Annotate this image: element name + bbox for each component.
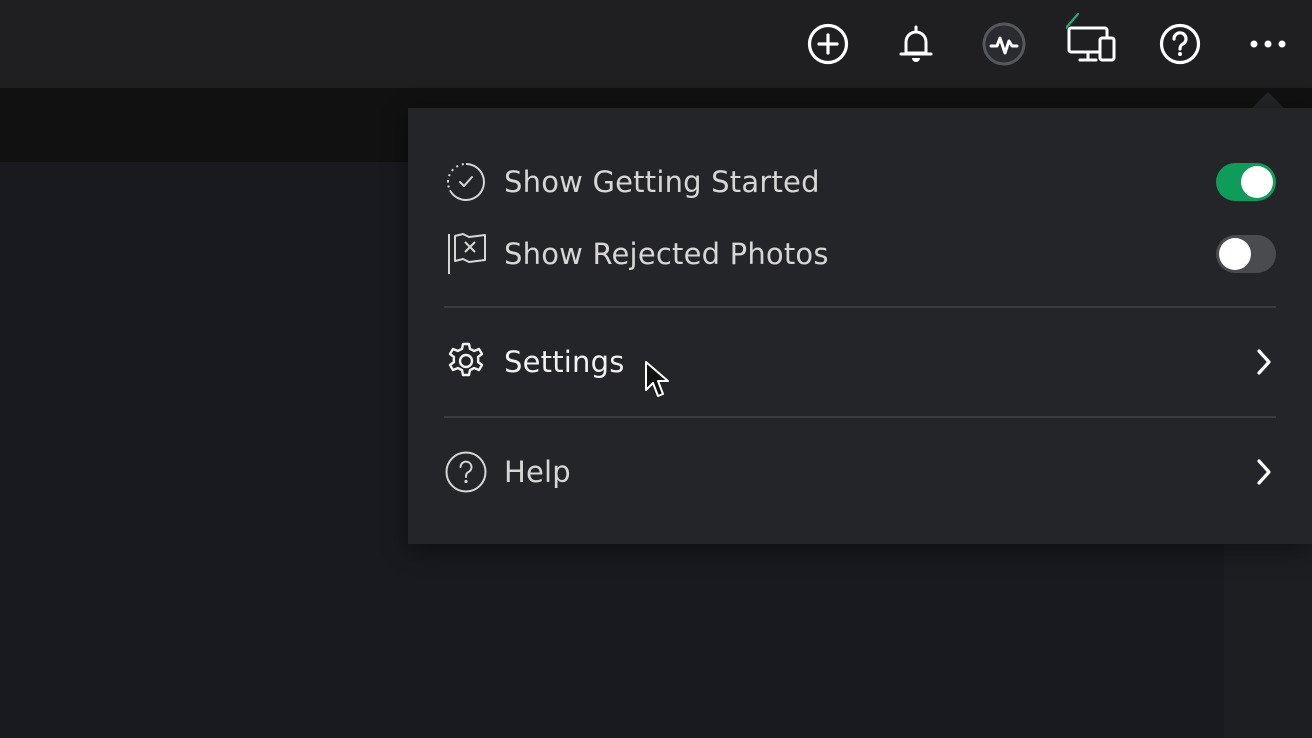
- menu-item-label: Settings: [504, 345, 625, 379]
- toggle-knob: [1219, 238, 1251, 270]
- top-bar: [0, 0, 1312, 88]
- chevron-right-icon: [1252, 457, 1276, 487]
- menu-item-settings[interactable]: Settings: [444, 340, 1276, 384]
- menu-item-label: Show Getting Started: [504, 165, 820, 199]
- gear-icon: [444, 340, 488, 384]
- rejected-photos-toggle[interactable]: [1216, 235, 1276, 273]
- getting-started-toggle[interactable]: [1216, 163, 1276, 201]
- menu-item-getting-started: Show Getting Started: [444, 160, 1276, 204]
- chevron-right-icon: [1252, 347, 1276, 377]
- rejected-flag-icon: [444, 232, 488, 276]
- mouse-cursor-icon: [644, 360, 670, 404]
- bell-icon[interactable]: [894, 22, 938, 66]
- devices-icon[interactable]: [1066, 10, 1118, 66]
- more-icon[interactable]: [1246, 22, 1290, 66]
- menu-item-rejected-photos: Show Rejected Photos: [444, 232, 1276, 276]
- getting-started-icon: [444, 160, 488, 204]
- add-circle-icon[interactable]: [806, 22, 850, 66]
- menu-divider: [444, 416, 1276, 418]
- activity-icon[interactable]: [982, 22, 1026, 66]
- menu-divider: [444, 306, 1276, 308]
- menu-item-help[interactable]: Help: [444, 450, 1276, 494]
- toggle-knob: [1241, 166, 1273, 198]
- more-menu: Show Getting Started Show Rejected Photo…: [408, 108, 1312, 544]
- menu-caret: [1252, 92, 1284, 108]
- menu-item-label: Help: [504, 455, 571, 489]
- help-icon: [444, 450, 488, 494]
- help-circle-icon[interactable]: [1158, 22, 1202, 66]
- menu-item-label: Show Rejected Photos: [504, 237, 829, 271]
